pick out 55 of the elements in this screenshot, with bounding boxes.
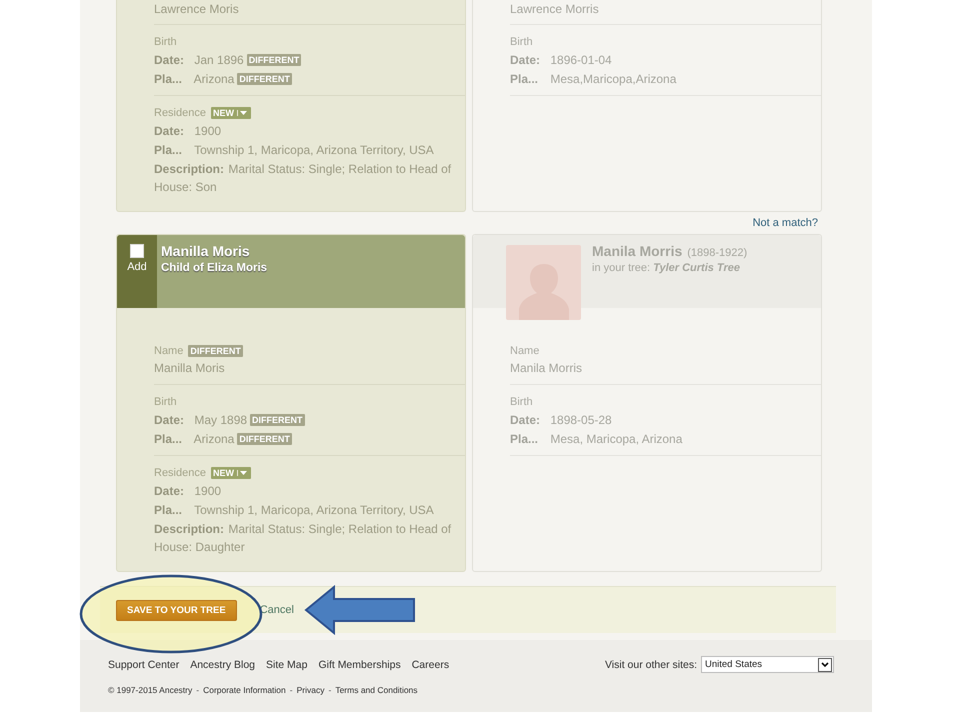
site-select[interactable]: United States (701, 656, 834, 673)
add-checkbox[interactable] (130, 244, 144, 258)
fact-text: Pla... Mesa, Maricopa, Arizona (510, 432, 682, 446)
separator-dash: - (196, 685, 200, 695)
fact-text: Pla... Township 1, Maricopa, Arizona Territory, USA (154, 503, 434, 517)
separator-dash: - (290, 685, 293, 695)
footer-link[interactable]: Gift Memberships (318, 658, 401, 670)
fact-text: Date: 1896-01-04 (510, 53, 612, 67)
other-sites-label: Visit our other sites: (604, 658, 697, 670)
name-value: Manila Morris (510, 360, 584, 377)
caret-icon (236, 110, 249, 116)
legal-link[interactable]: Privacy (296, 685, 324, 695)
fact-text: Date: 1898-05-28 (510, 413, 612, 427)
legal-link[interactable]: Corporate Information (203, 685, 286, 695)
field-title: Name (154, 344, 184, 359)
different-tag: DIFFERENT (250, 414, 305, 426)
tree-person-name: Manila Morris (1898-1922) (592, 243, 748, 259)
fact-text: Pla... Township 1, Maricopa, Arizona Territory, USA (154, 143, 434, 157)
separator-dash: - (328, 685, 332, 695)
different-tag: DIFFERENT (246, 54, 302, 66)
fact-text: Description: Marital Status: Single; Relation to Head of House: Son (154, 162, 452, 194)
fact-text: Date: Jan 1896 (154, 53, 244, 67)
dropdown-icon (818, 658, 832, 672)
person-name: Manilla Moris (161, 243, 251, 259)
different-tag: DIFFERENT (237, 73, 292, 85)
fact-text: Date: 1900 (154, 124, 222, 138)
event-title: Birth (510, 395, 533, 410)
fact-text: Date: 1900 (154, 484, 222, 498)
footer-link[interactable]: Site Map (266, 658, 308, 670)
fact-text: Date: May 1898 (154, 413, 248, 427)
different-tag: DIFFERENT (237, 433, 292, 445)
footer-link[interactable]: Ancestry Blog (190, 658, 255, 670)
fact-text: Pla... Arizona (154, 72, 234, 86)
footer-link[interactable]: Support Center (108, 658, 180, 670)
footer-link[interactable]: Careers (412, 658, 450, 670)
fact-text: Pla... Arizona (154, 432, 234, 446)
fact-text: Description: Marital Status: Single; Relation to Head of House: Daughter (154, 522, 452, 554)
name-value: Lawrence Moris (154, 1, 240, 18)
event-title: Birth (510, 35, 533, 50)
not-a-match-link[interactable]: Not a match? (752, 217, 818, 229)
add-label: Add (127, 261, 147, 273)
event-title: Birth (154, 35, 177, 50)
event-title: Residence (154, 466, 206, 481)
copyright-notice: © 1997-2015 Ancestry (108, 685, 192, 695)
legal-link[interactable]: Terms and Conditions (335, 685, 418, 695)
name-value: Lawrence Morris (510, 1, 600, 18)
event-title: Residence (154, 106, 206, 121)
different-tag: DIFFERENT (188, 345, 243, 357)
event-title: Birth (154, 395, 177, 410)
name-value: Manilla Moris (154, 360, 226, 377)
tree-info: in your tree: Tyler Curtis Tree (592, 262, 741, 274)
field-title: Name (510, 344, 540, 359)
fact-text: Pla... Mesa,Maricopa,Arizona (510, 72, 676, 86)
relation-text: Child of Eliza Moris (161, 262, 268, 274)
caret-icon (236, 470, 249, 476)
